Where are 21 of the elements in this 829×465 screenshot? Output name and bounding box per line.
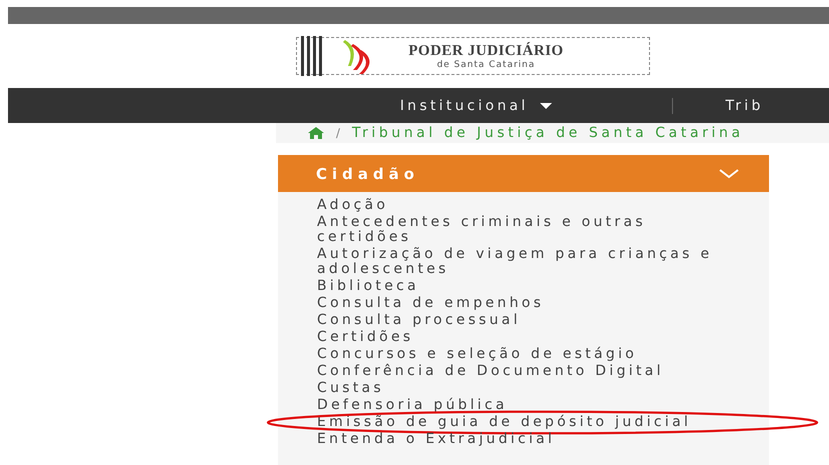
home-icon[interactable] — [308, 127, 324, 139]
logo[interactable]: PODER JUDICIÁRIO de Santa Catarina — [296, 37, 650, 75]
logo-subtitle: de Santa Catarina — [436, 60, 536, 70]
sidebar-link[interactable]: Biblioteca — [317, 279, 742, 294]
sidebar-link[interactable]: Conferência de Documento Digital — [317, 364, 742, 379]
sidebar-link[interactable]: Concursos e seleção de estágio — [317, 347, 742, 362]
chevron-icon — [719, 168, 739, 178]
sidebar-link[interactable]: Custas — [317, 381, 742, 396]
sidebar-link[interactable]: Antecedentes criminais e outras certidões — [317, 215, 742, 245]
logo-title: PODER JUDICIÁRIO — [408, 42, 564, 60]
nav-link[interactable]: Trib — [725, 98, 764, 114]
sidebar-link[interactable]: Entenda o Extrajudicial — [317, 432, 742, 447]
breadcrumb-separator: / — [336, 126, 340, 140]
nav-link[interactable]: Institucional — [400, 98, 552, 114]
sidebar-link[interactable]: Adoção — [317, 198, 742, 213]
caret-icon — [540, 102, 552, 108]
sidebar-link[interactable]: Consulta processual — [317, 313, 742, 328]
sidebar-link[interactable]: Certidões — [317, 330, 742, 345]
sidebar-link[interactable]: Consulta de empenhos — [317, 296, 742, 311]
sidebar-link[interactable]: Autorização de viagem para crianças e adolescentes — [317, 247, 742, 277]
sidebar-link[interactable]: Defensoria pública — [317, 398, 742, 413]
